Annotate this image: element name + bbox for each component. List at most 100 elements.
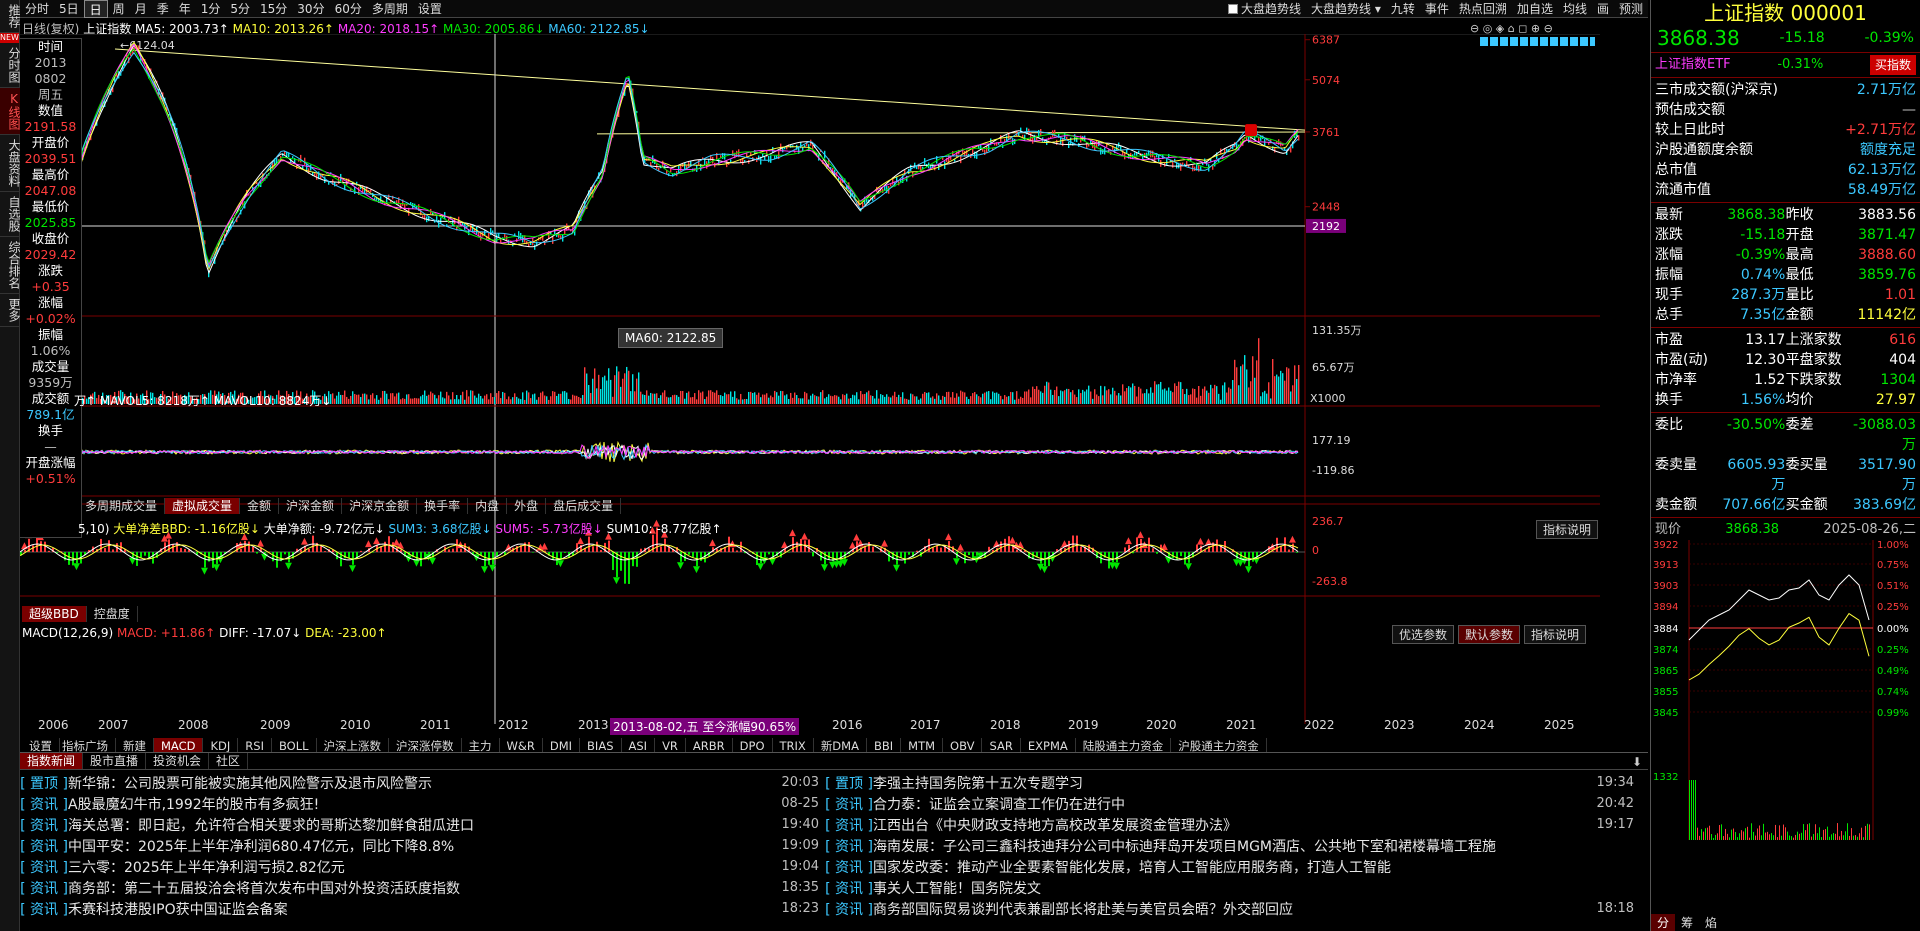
news-item[interactable]: [ 置顶 ] 李强主持国务院第十五次专题学习 19:34 [825,772,1640,793]
add-watchlist-button[interactable]: 加自选 [1512,0,1558,18]
volume-bar [572,394,574,404]
news-item[interactable]: [ 资讯 ] 商务部：第二十五届投洽会将首次发布中国对外投资活跃度指数 18:35 [20,877,825,898]
news-item[interactable]: [ 资讯 ] 海关总署：即日起，允许符合相关要求的哥斯达黎加鲜食甜瓜进口 19:40 [20,814,825,835]
period-tab-11[interactable]: 60分 [330,0,367,18]
volume-bar [524,399,526,404]
intraday-mini-chart[interactable]: 3922 3913 3903 3894 3884 3874 3865 3855 3845 1332… [1651,540,1919,870]
nav-ranking[interactable]: 综合排名 [0,237,21,294]
volume-bar [1288,368,1290,404]
period-tab-4[interactable]: 月 [130,0,152,18]
news-title[interactable]: A股最魔幻牛市,1992年的股市有多疯狂! [68,794,765,814]
period-tab-2[interactable]: 日 [83,0,108,18]
news-tab-1[interactable]: 股市直播 [83,753,147,769]
year-label: 2016 [832,718,863,732]
period-tab-0[interactable]: 分时 [20,0,54,18]
events-button[interactable]: 事件 [1420,0,1454,18]
macd-bar [1128,544,1130,552]
news-title[interactable]: 合力泰：证监会立案调查工作仍在进行中 [873,794,1580,814]
volume-tab-5[interactable]: 换手率 [417,498,469,514]
news-item[interactable]: [ 资讯 ] 国家发改委：推动产业全要素智能化发展，培育人工智能应用服务商，打造人… [825,856,1640,877]
ma-button[interactable]: 均线 [1558,0,1592,18]
volume-bar [354,394,356,404]
period-tab-3[interactable]: 周 [108,0,130,18]
bbd-help-button[interactable]: 指标说明 [1536,520,1599,539]
tab-super-bbd[interactable]: 超级BBD [22,606,87,622]
news-item[interactable]: [ 资讯 ] 海南发展：子公司三鑫科技迪拜分公司中标迪拜岛开发项目MGM酒店、公共… [825,835,1640,856]
news-item[interactable]: [ 资讯 ] A股最魔幻牛市,1992年的股市有多疯狂! 08-25 [20,793,825,814]
macd-help-button[interactable]: 指标说明 [1524,625,1587,644]
volume-tab-6[interactable]: 内盘 [468,498,508,514]
trendline-dropdown[interactable]: 大盘趋势线 ▾ [1306,0,1386,18]
period-tab-12[interactable]: 多周期 [367,0,413,18]
volume-tab-1[interactable]: 虚拟成交量 [165,498,241,514]
volume-bar [1020,396,1022,404]
news-title[interactable]: 三六零：2025年上半年净利润亏损2.82亿元 [68,857,765,877]
volume-tab-8[interactable]: 盘后成交量 [546,498,622,514]
volume-bar [952,392,954,404]
macd-bar [564,552,566,553]
period-tab-6[interactable]: 年 [174,0,196,18]
volume-bar [1278,376,1280,404]
period-tab-5[interactable]: 季 [152,0,174,18]
default-params-button[interactable]: 默认参数 [1458,625,1521,644]
news-item[interactable]: [ 资讯 ] 事关人工智能！国务院发文 [825,877,1640,898]
nine-turn-button[interactable]: 九转 [1386,0,1420,18]
news-title[interactable]: 国家发改委：推动产业全要素智能化发展，培育人工智能应用服务商，打造人工智能 [873,857,1580,877]
volume-tab-4[interactable]: 沪深京金额 [342,498,418,514]
forecast-button[interactable]: 预测 [1614,0,1648,18]
news-title[interactable]: 事关人工智能！国务院发文 [873,878,1580,898]
nav-intraday[interactable]: 分时图 [0,43,21,88]
macd-bar [528,542,530,552]
etf-name[interactable]: 上证指数ETF [1655,55,1731,75]
volume-tab-0[interactable]: 多周期成交量 [78,498,166,514]
draw-button[interactable]: 画 [1592,0,1614,18]
volume-bar [352,391,354,404]
period-tab-10[interactable]: 30分 [292,0,329,18]
volume-bar [402,398,404,404]
nav-market-info[interactable]: 大盘资料 [0,135,21,192]
news-item[interactable]: [ 资讯 ] 禾赛科技港股IPO获中国证监会备案 18:23 [20,898,825,919]
volume-bar [716,390,718,404]
best-params-button[interactable]: 优选参数 [1392,625,1455,644]
news-item[interactable]: [ 资讯 ] 合力泰：证监会立案调查工作仍在进行中 20:42 [825,793,1640,814]
volume-tab-2[interactable]: 金额 [240,498,280,514]
news-item[interactable]: [ 资讯 ] 江西出台《中央财政支持地方高校改革发展资金管理办法》 19:17 [825,814,1640,835]
news-tab-3[interactable]: 社区 [209,753,249,769]
news-tab-2[interactable]: 投资机会 [146,753,210,769]
news-item[interactable]: [ 置顶 ] 新华锦：公司股票可能被实施其他风险警示及退市风险警示 20:03 [20,772,825,793]
nav-recommend[interactable]: 推荐 [0,0,21,33]
period-tab-9[interactable]: 15分 [255,0,292,18]
buy-index-button[interactable]: 买指数 [1869,55,1916,75]
volume-bar [734,391,736,404]
period-tab-7[interactable]: 1分 [196,0,226,18]
news-title[interactable]: 商务部国际贸易谈判代表兼副部长将赴美与美官员会晤？外交部回应 [873,899,1580,919]
period-tab-13[interactable]: 设置 [413,0,447,18]
news-item[interactable]: [ 资讯 ] 三六零：2025年上半年净利润亏损2.82亿元 19:04 [20,856,825,877]
volume-bar [1044,385,1046,404]
news-title[interactable]: 海南发展：子公司三鑫科技迪拜分公司中标迪拜岛开发项目MGM酒店、公共地下室和裙楼… [873,836,1580,856]
trendline-checkbox[interactable]: 大盘趋势线 [1223,0,1306,18]
news-title[interactable]: 新华锦：公司股票可能被实施其他风险警示及退市风险警示 [68,773,765,793]
period-tab-1[interactable]: 5日 [54,0,84,18]
news-item[interactable]: [ 资讯 ] 商务部国际贸易谈判代表兼副部长将赴美与美官员会晤？外交部回应 18:1… [825,898,1640,919]
mini-right-tick: 1.00% [1877,540,1909,551]
download-icon[interactable]: ⬇ [1632,755,1642,769]
nav-watchlist[interactable]: 自选股 [0,192,21,237]
news-title[interactable]: 江西出台《中央财政支持地方高校改革发展资金管理办法》 [873,815,1580,835]
news-title[interactable]: 海关总署：即日起，允许符合相关要求的哥斯达黎加鲜食甜瓜进口 [68,815,765,835]
news-title[interactable]: 商务部：第二十五届投洽会将首次发布中国对外投资活跃度指数 [68,878,765,898]
period-tab-8[interactable]: 5分 [225,0,255,18]
news-title[interactable]: 李强主持国务院第十五次专题学习 [873,773,1580,793]
tab-control-degree[interactable]: 控盘度 [87,606,138,622]
news-title[interactable]: 禾赛科技港股IPO获中国证监会备案 [68,899,765,919]
news-tag: [ 资讯 ] [825,817,873,834]
chart-tool-icons[interactable]: ⊖ ◎ ◈ ⌂ ◻ ⊕ ⊖ [1470,21,1600,35]
volume-tab-3[interactable]: 沪深金额 [279,498,343,514]
news-title[interactable]: 中国平安：2025年上半年净利润680.47亿元，同比下降8.8% [68,836,765,856]
nav-kline[interactable]: K线图 [0,88,21,135]
volume-tab-7[interactable]: 外盘 [507,498,547,514]
hotspot-review-button[interactable]: 热点回溯 [1454,0,1512,18]
nav-more[interactable]: 更多 [0,294,21,327]
news-tab-0[interactable]: 指数新闻 [20,753,84,769]
news-item[interactable]: [ 资讯 ] 中国平安：2025年上半年净利润680.47亿元，同比下降8.8% 1… [20,835,825,856]
